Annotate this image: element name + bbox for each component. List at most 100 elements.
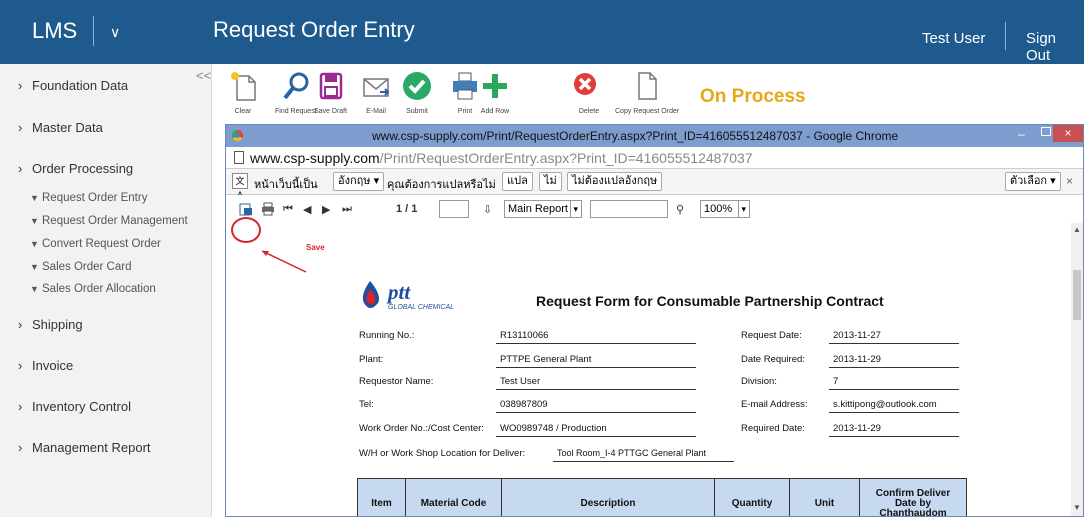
plant-value: PTTPE General Plant (496, 354, 696, 368)
window-title: www.csp-supply.com/Print/RequestOrderEnt… (372, 129, 899, 143)
svg-text:ptt: ptt (386, 280, 411, 304)
print-button[interactable]: Print (449, 70, 481, 115)
options-button[interactable]: ตัวเลือก ▾ (1005, 172, 1061, 191)
sidebar-item-management-report[interactable]: › Management Report (18, 440, 151, 455)
zoom-select[interactable]: 100% ▾ (700, 200, 750, 218)
binoculars-icon[interactable]: ⚲ (676, 203, 684, 216)
sign-out-link[interactable]: Sign Out (1026, 30, 1084, 64)
required-date-label: Required Date: (741, 423, 805, 434)
location-value: Tool Room_I-4 PTTGC General Plant (553, 448, 734, 462)
find-next-icon[interactable]: ⇩ (483, 203, 492, 216)
sidebar-item-shipping[interactable]: › Shipping (18, 317, 83, 332)
chevron-down-icon: ▾ (570, 201, 580, 217)
window-title-bar[interactable]: www.csp-supply.com/Print/RequestOrderEnt… (226, 125, 1083, 147)
close-translate-icon[interactable]: × (1066, 174, 1073, 188)
vertical-scrollbar[interactable] (1071, 223, 1083, 516)
chevron-down-icon: ▼ (30, 193, 39, 203)
last-page-icon[interactable]: ⏭ (342, 203, 352, 216)
sidebar-subitem-sales-order-card[interactable]: ▼ Sales Order Card (30, 261, 131, 273)
submit-button[interactable]: Submit (401, 70, 433, 115)
work-order-label: Work Order No.:/Cost Center: (359, 423, 484, 434)
plant-label: Plant: (359, 354, 384, 365)
clear-button[interactable]: Clear (227, 70, 259, 115)
column-header-unit: Unit (790, 479, 860, 516)
find-text-input[interactable] (439, 200, 469, 218)
column-header-quantity: Quantity (715, 479, 790, 516)
sidebar-subitem-convert-request-order[interactable]: ▼ Convert Request Order (30, 238, 161, 250)
translate-prompt: หน้าเว็บนี้เป็น (254, 179, 318, 191)
add-row-button[interactable]: Add Row (479, 70, 511, 115)
sidebar-subitem-sales-order-allocation[interactable]: ▼ Sales Order Allocation (30, 283, 156, 295)
chevron-right-icon: › (18, 317, 23, 332)
chevron-down-icon: ▼ (30, 284, 39, 294)
language-select[interactable]: อังกฤษ ▾ (333, 172, 385, 191)
copy-document-icon (631, 70, 663, 102)
status-text: On Process (700, 86, 806, 107)
first-page-icon[interactable]: ⏮ (283, 203, 293, 216)
date-required-value: 2013-11-29 (829, 354, 959, 368)
find-request-button[interactable]: Find Request (275, 70, 317, 115)
app-logo[interactable]: LMS (32, 18, 77, 44)
svg-text:GLOBAL CHEMICAL: GLOBAL CHEMICAL (388, 304, 454, 311)
sidebar-item-order-processing[interactable]: › Order Processing (18, 161, 133, 176)
app-menu-chevron-icon[interactable]: ∨ (110, 24, 120, 41)
ptt-global-chemical-logo: ptt GLOBAL CHEMICAL (356, 275, 476, 315)
location-label: W/H or Work Shop Location for Deliver: (359, 448, 526, 459)
translate-button[interactable]: แปล (502, 172, 533, 191)
copy-request-order-button[interactable]: Copy Request Order (615, 70, 679, 115)
requestor-value: Test User (496, 376, 696, 390)
save-draft-button[interactable]: Save Draft (314, 70, 347, 115)
report-viewer-toolbar: ⏮ ◀ ▶ ⏭ 1 / 1 ⇩ Main Report ▾ ⚲ 100% ▾ (226, 195, 1071, 223)
chevron-down-icon: ▼ (30, 216, 39, 226)
page-title: Request Order Entry (213, 17, 415, 42)
action-toolbar: Clear Find Request Save Draft E-Mail Sub… (213, 64, 1084, 124)
search-icon (280, 70, 312, 102)
close-icon[interactable]: × (1053, 125, 1083, 142)
sidebar-item-master-data[interactable]: › Master Data (18, 120, 103, 135)
request-date-label: Request Date: (741, 330, 802, 341)
chevron-down-icon: ▼ (30, 239, 39, 249)
previous-page-icon[interactable]: ◀ (303, 203, 311, 216)
sidebar-subitem-request-order-entry[interactable]: ▼ Request Order Entry (30, 192, 147, 204)
chevron-down-icon: ▼ (30, 262, 39, 272)
minimize-icon[interactable]: – (1018, 127, 1025, 141)
chevron-right-icon: › (18, 399, 23, 414)
chevron-right-icon: › (18, 161, 23, 176)
translate-bar: 文A หน้าเว็บนี้เป็น อังกฤษ ▾ คุณต้องการแป… (226, 169, 1083, 200)
scroll-down-icon[interactable]: ▼ (1073, 503, 1081, 512)
printer-icon (449, 70, 481, 102)
sidebar-item-foundation-data[interactable]: › Foundation Data (18, 78, 128, 93)
chevron-right-icon: › (18, 440, 23, 455)
email-value: s.kittipong@outlook.com (829, 399, 959, 413)
never-translate-button[interactable]: ไม่ต้องแปลอังกฤษ (567, 172, 663, 191)
report-select[interactable]: Main Report ▾ (504, 200, 582, 218)
chevron-right-icon: › (18, 78, 23, 93)
no-button[interactable]: ไม่ (539, 172, 562, 191)
scrollbar-thumb[interactable] (1073, 270, 1081, 320)
running-no-label: Running No.: (359, 330, 415, 341)
tel-label: Tel: (359, 399, 374, 410)
maximize-icon[interactable] (1041, 127, 1051, 136)
translate-question: คุณต้องการแปลหรือไม่ (387, 179, 496, 191)
address-bar[interactable]: www.csp-supply.com/Print/RequestOrderEnt… (226, 147, 1083, 169)
url-text[interactable]: www.csp-supply.com/Print/RequestOrderEnt… (250, 150, 753, 166)
email-button[interactable]: E-Mail (360, 70, 392, 115)
sidebar-subitem-request-order-management[interactable]: ▼ Request Order Management (30, 215, 188, 227)
next-page-icon[interactable]: ▶ (322, 203, 330, 216)
new-document-icon (227, 70, 259, 102)
delete-button[interactable]: Delete (573, 70, 605, 115)
sidebar-item-inventory-control[interactable]: › Inventory Control (18, 399, 131, 414)
sidebar-item-invoice[interactable]: › Invoice (18, 358, 73, 373)
division-value: 7 (829, 376, 959, 390)
page-icon (234, 151, 244, 164)
printer-icon[interactable] (261, 202, 275, 219)
sidebar: << › Foundation Data › Master Data › Order … (0, 64, 212, 517)
top-bar: LMS ∨ Request Order Entry Test User Sign… (0, 0, 1084, 64)
running-no-value: R13110066 (496, 330, 696, 344)
user-name[interactable]: Test User (922, 30, 985, 47)
collapse-sidebar-icon[interactable]: << (196, 68, 211, 83)
scroll-up-icon[interactable]: ▲ (1073, 225, 1081, 234)
column-header-material-code: Material Code (406, 479, 502, 516)
search-input[interactable] (590, 200, 668, 218)
column-header-item: Item (358, 479, 406, 516)
